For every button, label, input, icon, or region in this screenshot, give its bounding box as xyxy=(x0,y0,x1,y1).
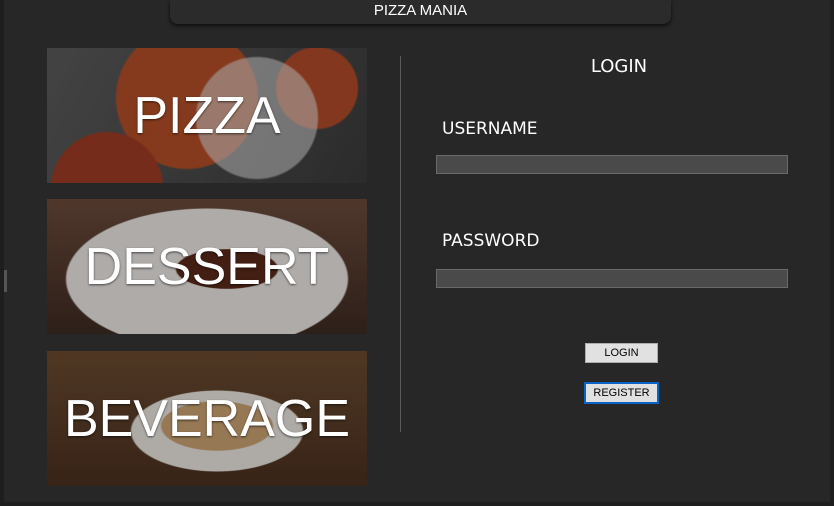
dessert-category-label: DESSERT xyxy=(84,237,330,296)
app-window: PIZZA MANIA PIZZA DESSERT BEVERAGE LOGIN… xyxy=(0,0,834,506)
login-button[interactable]: LOGIN xyxy=(585,343,658,363)
panel-divider xyxy=(400,56,401,432)
dessert-category-tile[interactable]: DESSERT xyxy=(47,199,367,334)
username-label: USERNAME xyxy=(442,119,538,139)
beverage-category-label: BEVERAGE xyxy=(63,389,351,448)
username-input[interactable] xyxy=(436,155,788,174)
login-heading: LOGIN xyxy=(590,56,648,77)
register-button[interactable]: REGISTER xyxy=(584,382,659,404)
window-title: PIZZA MANIA xyxy=(170,0,671,24)
pizza-category-label: PIZZA xyxy=(133,86,281,145)
password-input[interactable] xyxy=(436,269,788,288)
pizza-category-tile[interactable]: PIZZA xyxy=(47,48,367,183)
password-label: PASSWORD xyxy=(442,231,540,251)
window-edge-handle xyxy=(4,270,7,292)
beverage-category-tile[interactable]: BEVERAGE xyxy=(47,351,367,486)
